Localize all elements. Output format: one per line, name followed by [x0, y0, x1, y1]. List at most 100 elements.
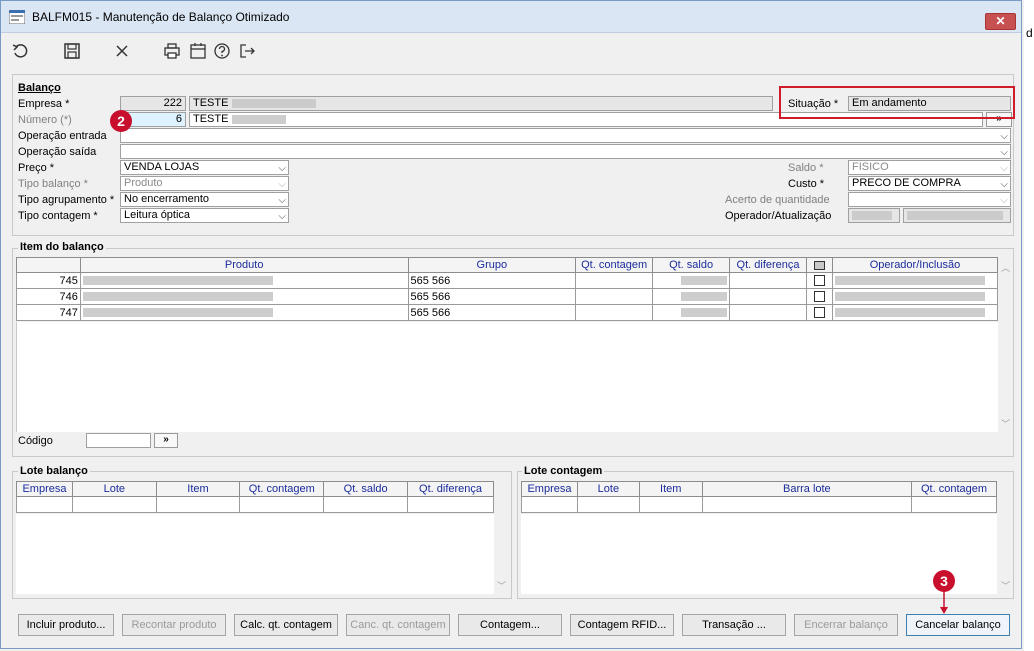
row-operador	[831, 272, 999, 289]
app-icon	[8, 9, 26, 25]
codigo-lookup-button[interactable]: »	[154, 433, 178, 448]
item-balanco-table-empty-area	[16, 322, 998, 432]
row-num: 746	[16, 288, 81, 305]
chevron-down-icon: ⌵	[278, 163, 286, 174]
row-checkbox[interactable]	[813, 275, 825, 287]
table-cell	[239, 496, 325, 513]
operacao-entrada-select[interactable]: ⌵	[120, 128, 1011, 143]
item-balanco-scrollbar[interactable]: ︿ ﹀	[999, 257, 1013, 432]
column-header-lote[interactable]: Lote	[71, 481, 157, 497]
row-qt-diferenca	[729, 304, 807, 321]
column-header-empresa[interactable]: Empresa	[16, 481, 73, 497]
row-grupo: 565 566	[407, 304, 577, 321]
undo-icon[interactable]	[11, 41, 33, 61]
incluir-produto-button[interactable]: Incluir produto...	[18, 614, 114, 636]
column-header-qt-diferenca[interactable]: Qt. diferença	[729, 257, 807, 273]
lote-contagem-scrollbar[interactable]: ﹀	[999, 481, 1013, 594]
acerto-select: ⌵	[848, 192, 1011, 207]
column-header-barra-lote[interactable]: Barra lote	[701, 481, 913, 497]
column-header-produto[interactable]: Produto	[79, 257, 409, 273]
table-row[interactable]: 745 565 566	[16, 272, 999, 289]
balanco-section-title: Balanço	[18, 82, 61, 94]
tipo-balanco-select: Produto ⌵	[120, 176, 289, 191]
column-header-operador[interactable]: Operador/Inclusão	[831, 257, 999, 273]
lote-contagem-section-title: Lote contagem	[522, 465, 605, 477]
contagem-rfid-button[interactable]: Contagem RFID...	[570, 614, 674, 636]
canc-qt-contagem-button[interactable]: Canc. qt. contagem	[346, 614, 450, 636]
scroll-up-icon[interactable]: ︿	[1001, 261, 1010, 274]
empresa-code-field[interactable]: 222	[120, 96, 186, 111]
tipo-agrupamento-select[interactable]: No encerramento ⌵	[120, 192, 289, 207]
chevron-down-icon: ⌵	[1000, 195, 1008, 206]
operacao-saida-select[interactable]: ⌵	[120, 144, 1011, 159]
lote-contagem-table[interactable]: Empresa Lote Item Barra lote Qt. contage…	[521, 481, 997, 513]
column-header-empresa[interactable]: Empresa	[521, 481, 578, 497]
row-qt-contagem	[575, 304, 654, 321]
row-checkbox[interactable]	[813, 307, 825, 319]
column-header-grupo[interactable]: Grupo	[407, 257, 577, 273]
print-icon[interactable]	[162, 41, 184, 61]
preco-label: Preço *	[18, 162, 55, 174]
column-header-num	[16, 257, 81, 273]
annotation-highlight-box	[779, 86, 1015, 119]
row-checkbox[interactable]	[813, 291, 825, 303]
table-row[interactable]: 747 565 566	[16, 304, 999, 321]
operador-field	[848, 208, 900, 223]
column-header-qt-saldo[interactable]: Qt. saldo	[323, 481, 409, 497]
redacted-text	[834, 308, 985, 318]
row-select[interactable]	[806, 272, 833, 289]
annotation-marker-3: 3	[933, 570, 955, 592]
column-header-select[interactable]	[806, 257, 833, 273]
window-close-button[interactable]: ✕	[985, 13, 1016, 30]
main-window: BALFM015 - Manutenção de Balanço Otimiza…	[0, 0, 1022, 649]
encerrar-balanco-button[interactable]: Encerrar balanço	[794, 614, 898, 636]
column-header-item[interactable]: Item	[638, 481, 703, 497]
table-cell	[701, 496, 913, 513]
redacted-text	[82, 292, 273, 302]
column-header-qt-contagem[interactable]: Qt. contagem	[911, 481, 997, 497]
column-header-qt-diferenca[interactable]: Qt. diferença	[407, 481, 494, 497]
lote-balanco-scrollbar[interactable]: ﹀	[495, 481, 509, 594]
save-icon[interactable]	[62, 41, 84, 61]
atualizacao-field	[903, 208, 1011, 223]
scroll-down-icon[interactable]: ﹀	[497, 579, 506, 592]
lote-balanco-table[interactable]: Empresa Lote Item Qt. contagem Qt. saldo…	[16, 481, 494, 513]
calendar-icon[interactable]	[188, 41, 210, 61]
preco-value: VENDA LOJAS	[124, 161, 200, 173]
tipo-contagem-select[interactable]: Leitura óptica ⌵	[120, 208, 289, 223]
column-header-qt-saldo[interactable]: Qt. saldo	[652, 257, 731, 273]
help-icon[interactable]	[212, 41, 234, 61]
codigo-input[interactable]	[86, 433, 151, 448]
contagem-button[interactable]: Contagem...	[458, 614, 562, 636]
empresa-label: Empresa *	[18, 98, 70, 110]
redacted-text	[834, 292, 985, 302]
row-qt-saldo	[652, 272, 731, 289]
row-select[interactable]	[806, 288, 833, 305]
table-row[interactable]: 746 565 566	[16, 288, 999, 305]
table-row[interactable]	[16, 496, 494, 513]
column-header-qt-contagem[interactable]: Qt. contagem	[239, 481, 325, 497]
preco-select[interactable]: VENDA LOJAS ⌵	[120, 160, 289, 175]
column-header-qt-contagem[interactable]: Qt. contagem	[575, 257, 654, 273]
scroll-down-icon[interactable]: ﹀	[1001, 579, 1010, 592]
row-select[interactable]	[806, 304, 833, 321]
column-header-lote[interactable]: Lote	[576, 481, 640, 497]
scroll-down-icon[interactable]: ﹀	[1001, 417, 1010, 430]
empresa-name-field[interactable]: TESTE	[189, 96, 773, 111]
chevron-down-icon: ⌵	[278, 195, 286, 206]
redacted-text	[231, 98, 316, 108]
empresa-name-text: TESTE	[193, 97, 229, 109]
transacao-button[interactable]: Transação ...	[682, 614, 786, 636]
cancelar-balanco-button[interactable]: Cancelar balanço	[906, 614, 1010, 636]
recontar-produto-button[interactable]: Recontar produto	[122, 614, 226, 636]
column-header-item[interactable]: Item	[155, 481, 241, 497]
close-icon[interactable]	[112, 41, 134, 61]
custo-label: Custo *	[788, 178, 825, 190]
table-row[interactable]	[521, 496, 997, 513]
item-balanco-table[interactable]: Produto Grupo Qt. contagem Qt. saldo Qt.…	[16, 257, 999, 321]
exit-icon[interactable]	[237, 41, 259, 61]
table-header-row: Produto Grupo Qt. contagem Qt. saldo Qt.…	[16, 257, 999, 273]
calc-qt-contagem-button[interactable]: Calc. qt. contagem	[234, 614, 338, 636]
custo-select[interactable]: PRECO DE COMPRA ⌵	[848, 176, 1011, 191]
chevron-down-icon: ⌵	[1000, 179, 1008, 190]
